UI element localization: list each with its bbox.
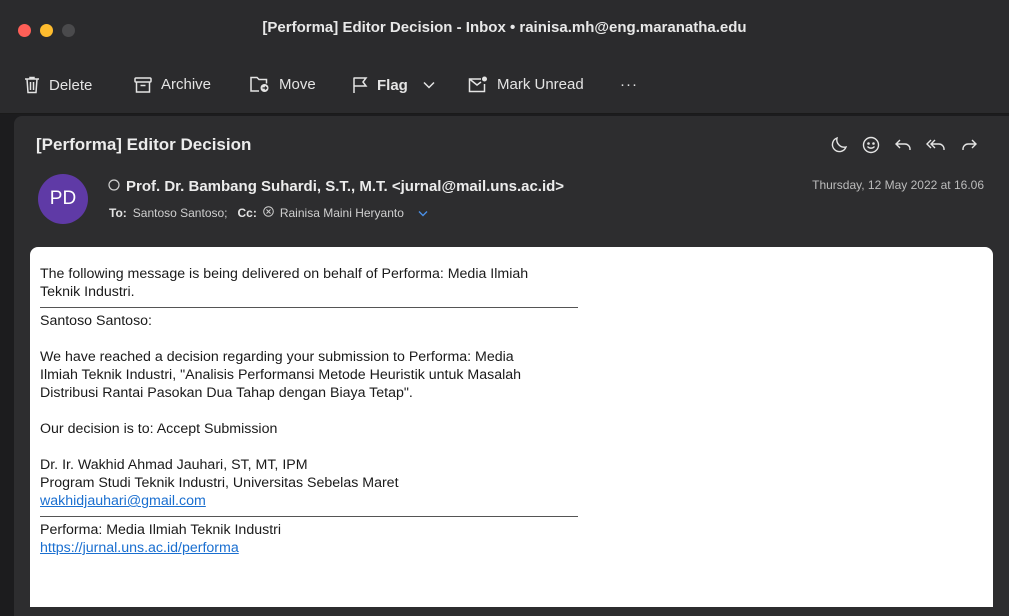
delete-label: Delete xyxy=(49,76,93,94)
archive-label: Archive xyxy=(161,76,212,93)
message-body: The following message is being delivered… xyxy=(30,247,993,607)
reply-icon[interactable] xyxy=(894,136,912,159)
journal-url-link[interactable]: https://jurnal.uns.ac.id/performa xyxy=(40,540,239,556)
decision-line: Our decision is to: Accept Submission xyxy=(40,421,278,437)
window-titlebar: [Performa] Editor Decision - Inbox • rai… xyxy=(0,0,1009,62)
cc-label: Cc: xyxy=(237,206,257,220)
message-date: Thursday, 12 May 2022 at 16.06 xyxy=(812,178,984,192)
flag-icon xyxy=(352,76,368,94)
body-line: Ilmiah Teknik Industri, "Analisis Perfor… xyxy=(40,367,522,383)
cc-recipient-error-icon xyxy=(263,206,274,220)
move-button[interactable]: Move xyxy=(250,76,316,93)
flag-label: Flag xyxy=(377,76,408,94)
chevron-down-icon[interactable] xyxy=(423,81,435,89)
intro-line: The following message is being delivered… xyxy=(40,266,529,282)
message-toolbar: Delete Archive Move Flag Mark Unread ··· xyxy=(0,62,1009,114)
more-actions-button[interactable]: ··· xyxy=(620,76,638,93)
forward-icon[interactable] xyxy=(960,136,978,159)
footer-journal-name: Performa: Media Ilmiah Teknik Industri xyxy=(40,522,282,538)
sender-avatar: PD xyxy=(38,174,88,224)
message-subject: [Performa] Editor Decision xyxy=(36,135,252,154)
reply-all-icon[interactable] xyxy=(926,136,946,159)
window-title: [Performa] Editor Decision - Inbox • rai… xyxy=(262,19,747,36)
body-line: Distribusi Rantai Pasokan Dua Tahap deng… xyxy=(40,385,413,401)
delete-button[interactable]: Delete xyxy=(24,76,92,94)
signature-affiliation: Program Studi Teknik Industri, Universit… xyxy=(40,475,399,491)
archive-button[interactable]: Archive xyxy=(134,76,211,93)
folder-move-icon xyxy=(250,76,270,93)
status-circle-icon xyxy=(108,178,120,195)
mark-unread-label: Mark Unread xyxy=(497,76,584,93)
to-recipient[interactable]: Santoso Santoso; xyxy=(133,206,228,220)
trash-icon xyxy=(24,76,40,94)
intro-line: Teknik Industri. xyxy=(40,284,135,300)
signature-name: Dr. Ir. Wakhid Ahmad Jauhari, ST, MT, IP… xyxy=(40,457,308,473)
divider xyxy=(40,516,578,517)
divider xyxy=(40,307,578,308)
move-label: Move xyxy=(279,76,316,93)
sender-name: Prof. Dr. Bambang Suhardi, S.T., M.T. <j… xyxy=(126,178,565,195)
mark-unread-button[interactable]: Mark Unread xyxy=(468,76,584,93)
sender[interactable]: Prof. Dr. Bambang Suhardi, S.T., M.T. <j… xyxy=(108,178,564,195)
message-content: The following message is being delivered… xyxy=(40,265,580,557)
emoji-reaction-icon[interactable] xyxy=(862,136,880,159)
cc-recipient[interactable]: Rainisa Maini Heryanto xyxy=(280,206,404,220)
body-line: We have reached a decision regarding you… xyxy=(40,349,514,365)
signature-email-link[interactable]: wakhidjauhari@gmail.com xyxy=(40,493,206,509)
envelope-unread-icon xyxy=(468,76,488,93)
message-actions xyxy=(830,136,978,159)
expand-recipients-icon[interactable] xyxy=(418,206,428,220)
salutation: Santoso Santoso: xyxy=(40,313,153,329)
flag-button[interactable]: Flag xyxy=(352,76,435,94)
moon-icon[interactable] xyxy=(830,136,848,159)
to-label: To: xyxy=(109,206,127,220)
recipients: To: Santoso Santoso; Cc: Rainisa Maini H… xyxy=(109,206,428,220)
archive-icon xyxy=(134,76,152,93)
